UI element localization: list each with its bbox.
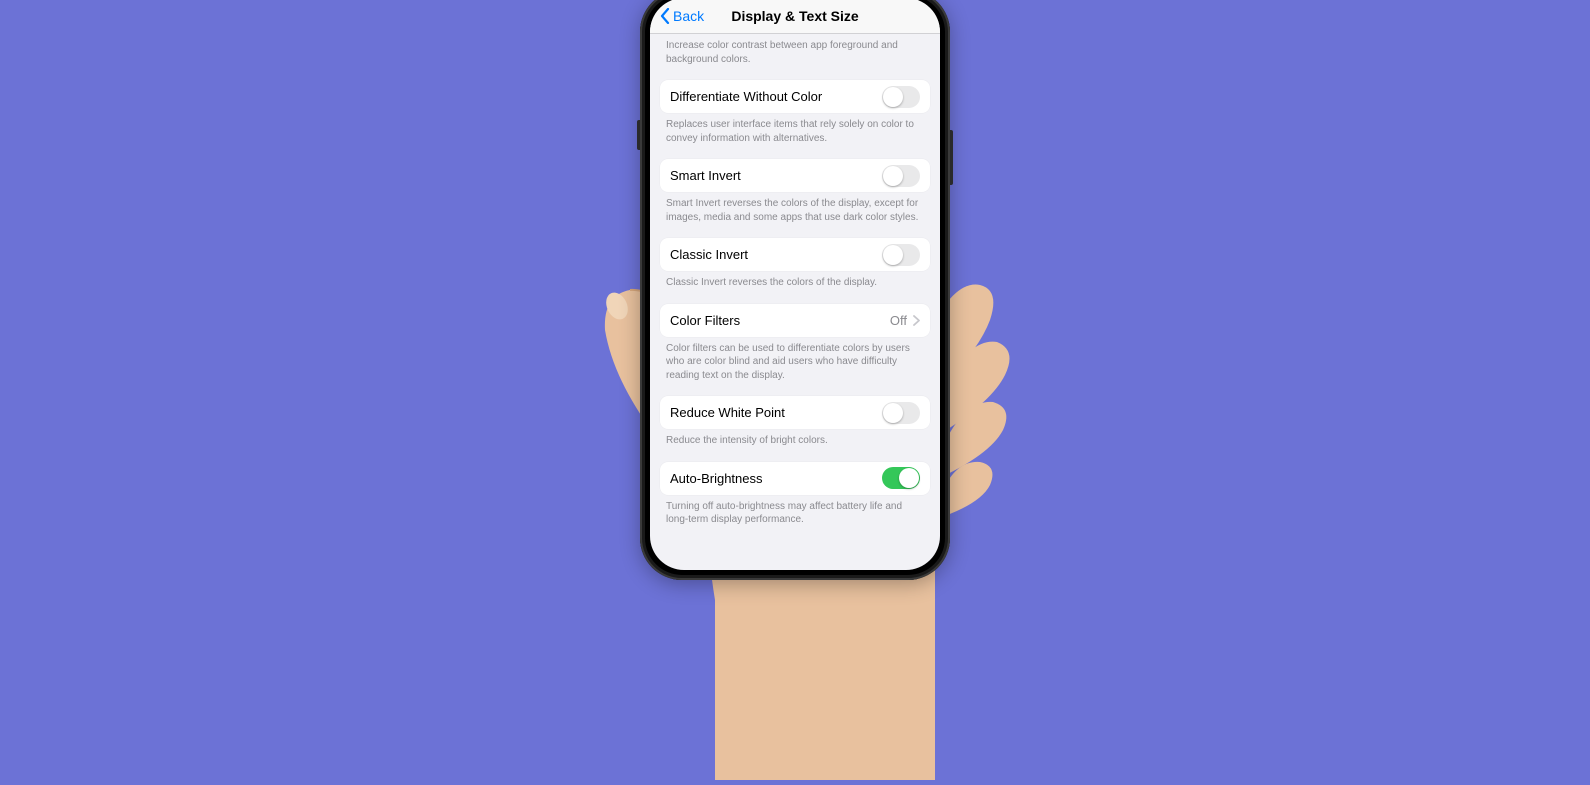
- row-label: Reduce White Point: [670, 405, 785, 420]
- row-label: Auto-Brightness: [670, 471, 763, 486]
- back-label: Back: [673, 8, 704, 24]
- color-filters-value: Off: [890, 313, 907, 328]
- row-label: Classic Invert: [670, 247, 748, 262]
- toggle-classic-invert[interactable]: [882, 244, 920, 266]
- toggle-auto-brightness[interactable]: [882, 467, 920, 489]
- row-reduce-white-point[interactable]: Reduce White Point: [660, 396, 930, 429]
- chevron-left-icon: [660, 8, 670, 24]
- row-label: Differentiate Without Color: [670, 89, 822, 104]
- row-differentiate-without-color[interactable]: Differentiate Without Color: [660, 80, 930, 113]
- row-classic-invert[interactable]: Classic Invert: [660, 238, 930, 271]
- auto-brightness-footer: Turning off auto-brightness may affect b…: [660, 495, 930, 537]
- row-label: Color Filters: [670, 313, 740, 328]
- classic-invert-footer: Classic Invert reverses the colors of th…: [660, 271, 930, 300]
- differentiate-footer: Replaces user interface items that rely …: [660, 113, 930, 155]
- smart-invert-footer: Smart Invert reverses the colors of the …: [660, 192, 930, 234]
- row-color-filters[interactable]: Color Filters Off: [660, 304, 930, 337]
- row-auto-brightness[interactable]: Auto-Brightness: [660, 462, 930, 495]
- phone-screen: Back Display & Text Size Increase color …: [650, 0, 940, 570]
- settings-content: Increase color contrast between app fore…: [650, 34, 940, 557]
- row-label: Smart Invert: [670, 168, 741, 183]
- increase-contrast-footer: Increase color contrast between app fore…: [660, 34, 930, 76]
- phone-frame: Back Display & Text Size Increase color …: [640, 0, 950, 580]
- toggle-smart-invert[interactable]: [882, 165, 920, 187]
- reduce-white-point-footer: Reduce the intensity of bright colors.: [660, 429, 930, 458]
- navigation-bar: Back Display & Text Size: [650, 0, 940, 34]
- toggle-differentiate-without-color[interactable]: [882, 86, 920, 108]
- row-smart-invert[interactable]: Smart Invert: [660, 159, 930, 192]
- toggle-reduce-white-point[interactable]: [882, 402, 920, 424]
- back-button[interactable]: Back: [660, 8, 704, 24]
- chevron-right-icon: [913, 315, 920, 326]
- color-filters-footer: Color filters can be used to differentia…: [660, 337, 930, 393]
